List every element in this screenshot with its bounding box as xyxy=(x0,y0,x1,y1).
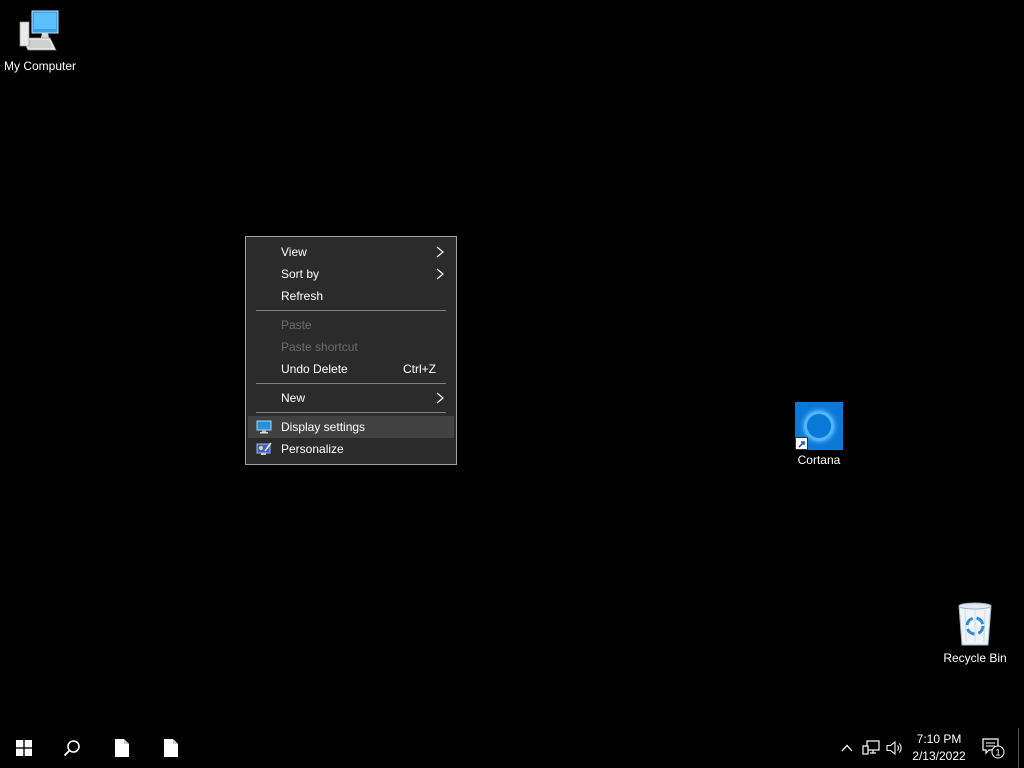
desktop-context-menu: View Sort by Refresh Paste Paste shortcu… xyxy=(245,236,457,465)
chevron-right-icon xyxy=(436,246,444,258)
taskbar-app-button[interactable] xyxy=(98,728,146,768)
network-button[interactable] xyxy=(860,728,882,768)
network-icon xyxy=(862,740,880,755)
document-icon xyxy=(164,739,178,757)
menu-item-undo-delete[interactable]: Undo Delete Ctrl+Z xyxy=(248,358,454,380)
shortcut-arrow-icon xyxy=(795,437,808,450)
menu-item-personalize[interactable]: Personalize xyxy=(248,438,454,460)
document-icon xyxy=(115,739,129,757)
desktop[interactable]: My Computer Cortana Recycle Bin View Sor… xyxy=(0,0,1024,728)
taskbar-app-button[interactable] xyxy=(147,728,195,768)
action-center-button[interactable]: 1 xyxy=(978,728,1008,768)
desktop-icon-label: Cortana xyxy=(797,453,841,467)
personalize-icon xyxy=(256,442,272,455)
menu-item-label: Refresh xyxy=(281,289,324,303)
menu-item-label: Paste shortcut xyxy=(281,340,358,354)
menu-item-display-settings[interactable]: Display settings xyxy=(248,416,454,438)
search-icon xyxy=(63,740,80,757)
cortana-ring xyxy=(804,411,834,441)
menu-item-refresh[interactable]: Refresh xyxy=(248,285,454,307)
chevron-up-icon xyxy=(841,744,853,752)
clock-time: 7:10 PM xyxy=(916,732,962,746)
desktop-icon-recycle-bin[interactable]: Recycle Bin xyxy=(935,600,1015,665)
menu-separator xyxy=(256,310,446,311)
desktop-icon-label: Recycle Bin xyxy=(943,651,1007,665)
computer-icon xyxy=(16,8,64,56)
start-button[interactable] xyxy=(0,728,48,768)
menu-item-label: New xyxy=(281,391,306,405)
search-button[interactable] xyxy=(48,728,96,768)
show-desktop-button[interactable] xyxy=(1018,728,1024,768)
volume-button[interactable] xyxy=(884,728,906,768)
notification-icon: 1 xyxy=(982,738,1005,759)
windows-logo-icon xyxy=(16,740,32,756)
menu-item-shortcut: Ctrl+Z xyxy=(403,362,436,376)
menu-item-new[interactable]: New xyxy=(248,387,454,409)
taskbar: 7:10 PM 2/13/2022 1 xyxy=(0,728,1024,768)
menu-item-label: Sort by xyxy=(281,267,320,281)
menu-separator xyxy=(256,383,446,384)
menu-item-view[interactable]: View xyxy=(248,241,454,263)
menu-item-sort-by[interactable]: Sort by xyxy=(248,263,454,285)
chevron-right-icon xyxy=(436,392,444,404)
taskbar-clock[interactable]: 7:10 PM 2/13/2022 xyxy=(906,731,972,765)
menu-item-label: Display settings xyxy=(281,420,366,434)
menu-item-label: View xyxy=(281,245,307,259)
desktop-icon-label: My Computer xyxy=(3,59,77,73)
desktop-icon-my-computer[interactable]: My Computer xyxy=(0,8,80,73)
menu-item-label: Personalize xyxy=(281,442,344,456)
volume-icon xyxy=(886,740,902,756)
chevron-right-icon xyxy=(436,268,444,280)
menu-separator xyxy=(256,412,446,413)
display-settings-icon xyxy=(256,420,272,434)
menu-item-paste-shortcut: Paste shortcut xyxy=(248,336,454,358)
notification-count: 1 xyxy=(995,748,1000,758)
menu-item-label: Undo Delete xyxy=(281,362,348,376)
desktop-icon-cortana[interactable]: Cortana xyxy=(779,402,859,467)
menu-item-paste: Paste xyxy=(248,314,454,336)
recycle-bin-icon xyxy=(951,600,999,648)
menu-item-label: Paste xyxy=(281,318,312,332)
show-hidden-icons-button[interactable] xyxy=(836,728,858,768)
clock-date: 2/13/2022 xyxy=(912,749,966,763)
cortana-icon xyxy=(795,402,843,450)
